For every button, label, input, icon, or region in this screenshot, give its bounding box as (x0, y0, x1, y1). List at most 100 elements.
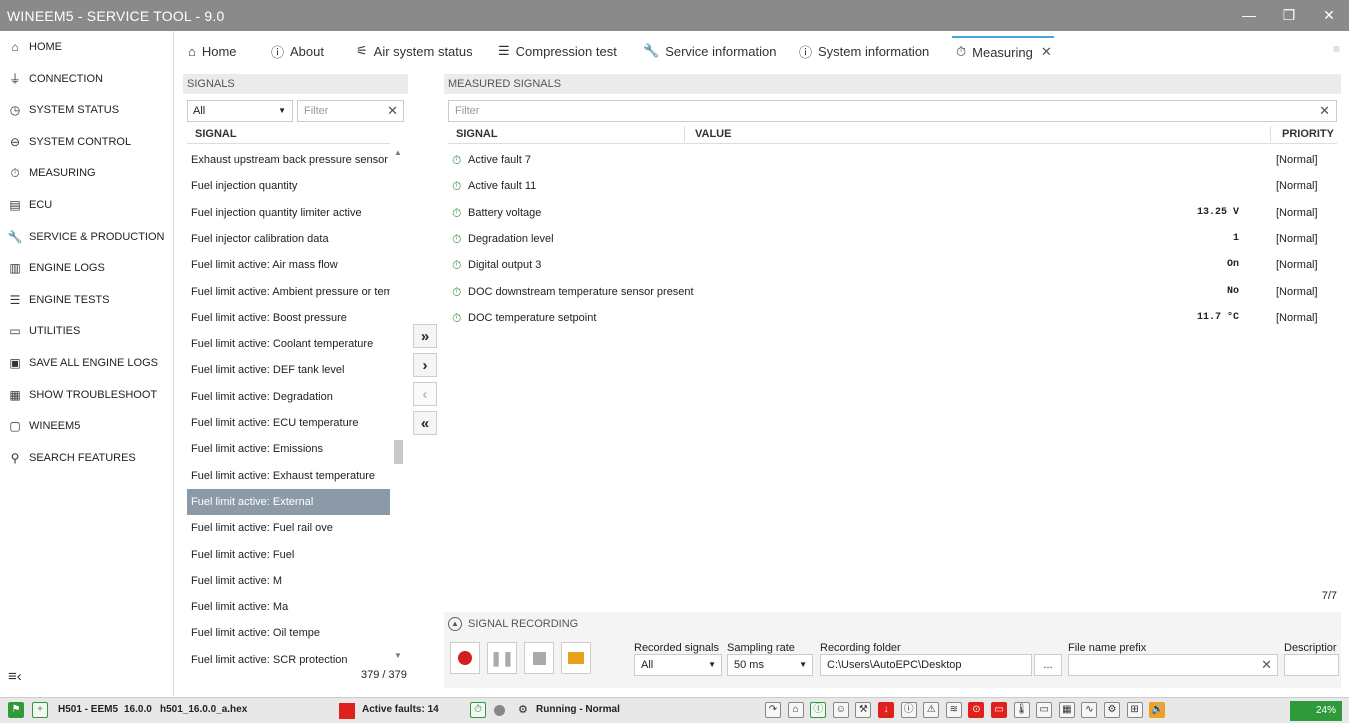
table-row[interactable]: ⏱ Battery voltage 13.25 V [Normal] (444, 200, 1341, 226)
tab-compression-test[interactable]: ☰ Compression test (498, 36, 617, 66)
table-row[interactable]: ⏱ Digital output 3 On [Normal] (444, 252, 1341, 278)
tab-home[interactable]: ⌂ Home (188, 36, 237, 66)
tab-service-information[interactable]: 🔧 Service information (643, 36, 776, 66)
list-item[interactable]: Fuel limit active: External (187, 488, 390, 515)
table-row[interactable]: ⏱ Active fault 7 [Normal] (444, 147, 1341, 173)
table-row[interactable]: ⏱ DOC temperature setpoint 11.7 °C [Normal] (444, 305, 1341, 331)
connection-status-icon[interactable]: ⚑ (8, 702, 24, 718)
add-selected-button[interactable]: › (413, 353, 437, 377)
stop-button[interactable] (524, 642, 554, 674)
remove-all-button[interactable]: « (413, 411, 437, 435)
add-icon[interactable]: + (32, 702, 48, 718)
oil-icon[interactable]: ▭ (991, 702, 1007, 718)
display-icon[interactable]: 🌡 (1013, 702, 1030, 718)
list-item[interactable]: Fuel limit active: Degradation (187, 384, 390, 410)
list-item[interactable]: Fuel limit active: SCR protection (187, 647, 390, 673)
open-folder-button[interactable] (561, 642, 591, 674)
engine-icon[interactable]: ⊞ (1126, 702, 1143, 718)
tab-menu-icon[interactable]: ≡ (1333, 42, 1340, 56)
table-row[interactable]: ⏱ Degradation level 1 [Normal] (444, 226, 1341, 252)
sidebar-item-home[interactable]: ⌂ HOME (8, 37, 62, 57)
column-signal[interactable]: SIGNAL (456, 124, 498, 144)
lock-icon[interactable]: ⌂ (787, 702, 804, 718)
sampling-rate-select[interactable]: 50 ms ▼ (727, 654, 813, 676)
list-item[interactable]: Fuel limit active: ECU temperature (187, 410, 390, 436)
signals-filter-input[interactable]: Filter ✕ (297, 100, 404, 122)
download-icon[interactable]: ⓘ (900, 702, 917, 718)
table-row[interactable]: ⏱ Active fault 11 [Normal] (444, 173, 1341, 199)
description-input[interactable] (1284, 654, 1339, 676)
list-item[interactable]: Fuel limit active: M (187, 568, 390, 594)
recorded-signals-select[interactable]: All ▼ (634, 654, 722, 676)
tab-measuring[interactable]: ⏱ Measuring ✕ (952, 36, 1054, 66)
list-item[interactable]: Exhaust upstream back pressure sensor pr (187, 147, 390, 173)
clear-prefix-icon[interactable]: ✕ (1261, 655, 1272, 675)
sidebar-item-connection[interactable]: ⏚ CONNECTION (8, 69, 103, 89)
list-item[interactable]: Fuel limit active: Fuel (187, 542, 390, 568)
info-icon[interactable]: ⚠ (923, 702, 940, 718)
power-icon[interactable]: Ⓘ (810, 702, 827, 718)
list-item[interactable]: Fuel limit active: Air mass flow (187, 252, 390, 278)
sidebar-item-system-control[interactable]: ⊖ SYSTEM CONTROL (8, 132, 131, 152)
tab-system-information[interactable]: ⓘ System information (799, 36, 929, 66)
sidebar-item-wineem5[interactable]: ▢ WINEEM5 (8, 416, 80, 436)
list-item[interactable]: Fuel limit active: Oil tempe (187, 620, 390, 646)
close-icon[interactable]: ✕ (1314, 4, 1344, 26)
sidebar-item-search-features[interactable]: ⚲ SEARCH FEATURES (8, 448, 136, 468)
sidebar-item-show-troubleshoot[interactable]: ▦ SHOW TROUBLESHOOT (8, 385, 157, 405)
triangle-icon[interactable]: ≋ (945, 702, 962, 718)
scroll-thumb[interactable] (394, 440, 403, 464)
restore-icon[interactable]: ❐ (1274, 4, 1304, 26)
signals-scrollbar[interactable]: ▲ ▼ (393, 148, 403, 666)
signals-category-select[interactable]: All ▼ (187, 100, 293, 122)
sidebar-item-service-production[interactable]: 🔧 SERVICE & PRODUCTION (8, 227, 165, 247)
clock-icon[interactable]: ☺ (832, 702, 849, 718)
sidebar-item-engine-tests[interactable]: ☰ ENGINE TESTS (8, 290, 110, 310)
clear-filter-icon[interactable]: ✕ (387, 101, 398, 121)
sidebar-item-ecu[interactable]: ▤ ECU (8, 195, 52, 215)
table-row[interactable]: ⏱ DOC downstream temperature sensor prese… (444, 279, 1341, 305)
fuel-icon[interactable]: ▦ (1058, 702, 1075, 718)
wave-icon[interactable]: ⚙ (1104, 702, 1120, 718)
scroll-up-icon[interactable]: ▲ (394, 148, 402, 157)
recording-header[interactable]: ▲ SIGNAL RECORDING (448, 616, 578, 632)
collapse-sidebar-icon[interactable]: ≡‹ (8, 668, 22, 685)
recording-folder-input[interactable]: C:\Users\AutoEPC\Desktop (820, 654, 1032, 676)
remove-selected-button[interactable]: ‹ (413, 382, 437, 406)
list-item[interactable]: Fuel limit active: Emissions (187, 436, 390, 462)
sidebar-item-utilities[interactable]: ▭ UTILITIES (8, 321, 80, 341)
add-all-button[interactable]: » (413, 324, 437, 348)
measured-filter-input[interactable]: Filter ✕ (448, 100, 1337, 122)
active-faults[interactable]: Active faults: 14 (362, 704, 439, 715)
list-item[interactable]: Fuel limit active: DEF tank level (187, 357, 390, 383)
close-tab-icon[interactable]: ✕ (1041, 44, 1052, 60)
list-item[interactable]: Fuel injection quantity limiter active (187, 200, 390, 226)
list-item[interactable]: Fuel limit active: Ma (187, 594, 390, 620)
column-value[interactable]: VALUE (695, 124, 731, 144)
minimize-icon[interactable]: — (1234, 4, 1264, 26)
list-item[interactable]: Fuel limit active: Fuel rail ove (187, 515, 390, 541)
collapse-icon[interactable]: ▲ (448, 617, 462, 631)
stopwatch-icon[interactable]: ⏱ (470, 702, 486, 718)
warning-icon[interactable]: ⚒ (855, 702, 872, 718)
record-button[interactable] (450, 642, 480, 674)
sidebar-item-engine-logs[interactable]: ▥ ENGINE LOGS (8, 258, 104, 278)
rpm-icon[interactable]: ↷ (765, 702, 781, 718)
clear-filter-icon[interactable]: ✕ (1319, 101, 1330, 121)
list-item[interactable]: Fuel limit active: Ambient pressure or t… (187, 279, 390, 305)
browse-folder-button[interactable]: ... (1034, 654, 1062, 676)
pause-button[interactable]: ❚❚ (487, 642, 517, 674)
scroll-down-icon[interactable]: ▼ (394, 651, 402, 660)
grid-icon[interactable]: ∿ (1081, 702, 1098, 718)
thermometer-icon[interactable]: ▭ (1036, 702, 1053, 718)
list-item[interactable]: Fuel limit active: Coolant temperature (187, 331, 390, 357)
filter-icon[interactable]: 🔊 (1149, 702, 1166, 718)
list-item[interactable]: Fuel injection quantity (187, 173, 390, 199)
sidebar-item-system-status[interactable]: ◷ SYSTEM STATUS (8, 100, 119, 120)
tab-air-system-status[interactable]: ⚟ Air system status (356, 36, 473, 66)
temperature-icon[interactable]: ⊙ (968, 702, 985, 718)
column-priority[interactable]: PRIORITY (1282, 124, 1334, 144)
tools-icon[interactable]: ↓ (878, 702, 894, 718)
list-item[interactable]: Fuel limit active: Exhaust temperature (187, 463, 390, 489)
tab-about[interactable]: ⓘ About (271, 36, 324, 66)
